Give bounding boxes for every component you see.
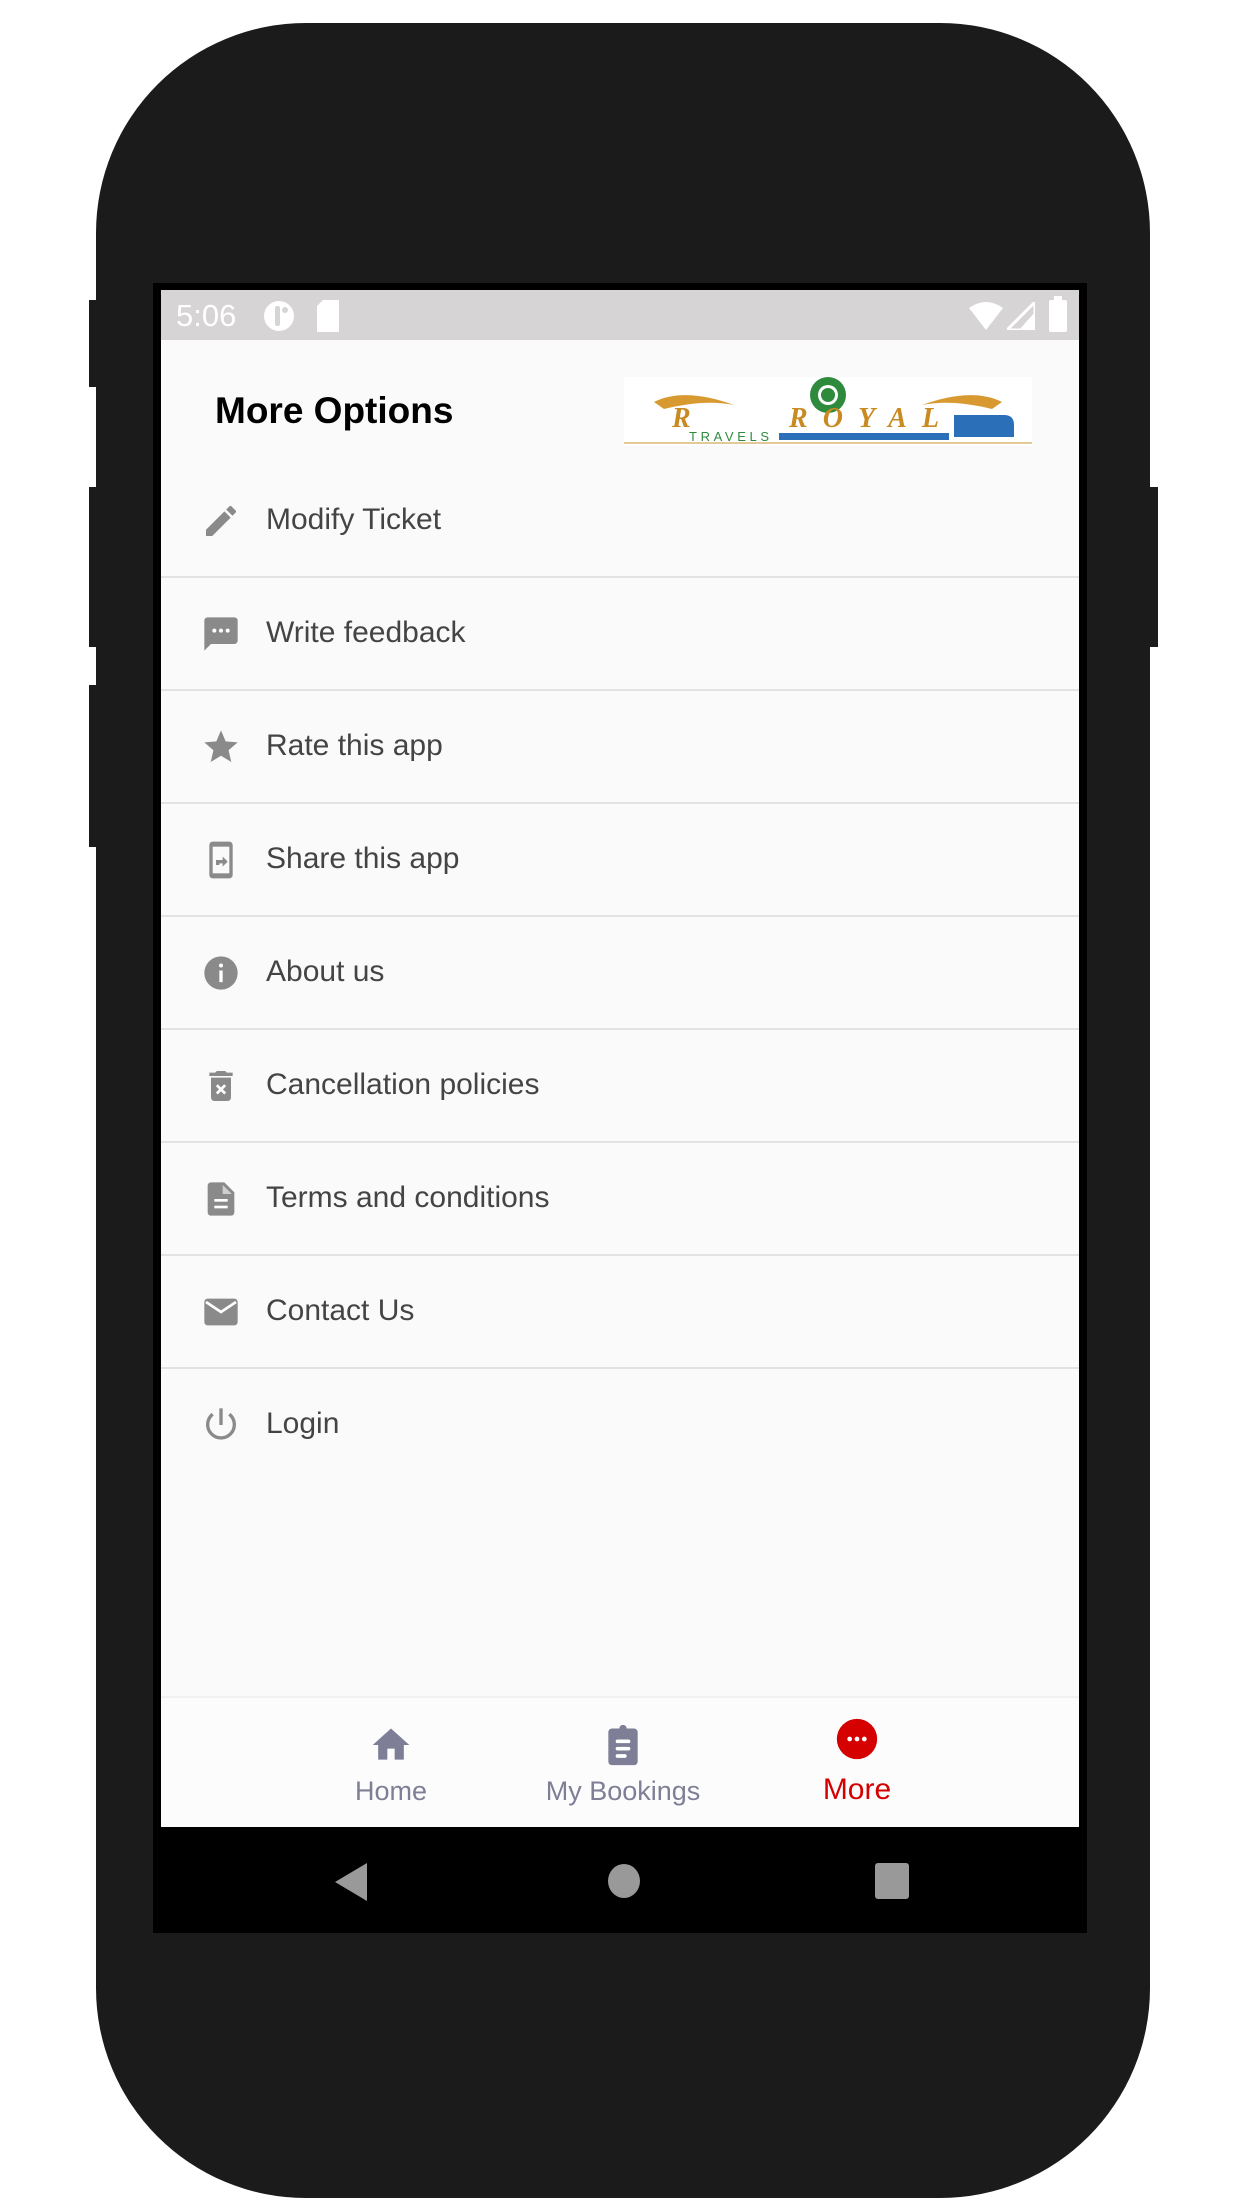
menu-item-about-us[interactable]: About us — [161, 917, 1079, 1030]
menu-item-cancellation-policies[interactable]: Cancellation policies — [161, 1030, 1079, 1143]
tab-my-bookings[interactable]: My Bookings — [513, 1698, 733, 1827]
feedback-icon — [204, 617, 238, 651]
status-time: 5:06 — [176, 298, 237, 333]
menu-item-modify-ticket[interactable]: Modify Ticket — [161, 465, 1079, 578]
menu-item-rate-app[interactable]: Rate this app — [161, 691, 1079, 804]
menu-item-label: Cancellation policies — [266, 1068, 540, 1101]
document-icon — [207, 1182, 235, 1216]
side-button — [89, 487, 97, 647]
menu-list: Modify Ticket Write feedback Rate this a… — [161, 465, 1079, 1482]
logo-sub-text: TRAVELS — [689, 429, 769, 444]
clipboard-icon — [608, 1724, 638, 1766]
tab-home[interactable]: Home — [281, 1698, 501, 1827]
side-button — [89, 300, 97, 387]
menu-item-label: About us — [266, 955, 385, 988]
tab-more[interactable]: More — [747, 1698, 967, 1827]
menu-item-label: Terms and conditions — [266, 1181, 550, 1214]
side-button — [89, 685, 97, 847]
sd-card-icon — [317, 300, 339, 332]
power-icon — [206, 1408, 236, 1440]
info-icon — [204, 956, 238, 990]
wifi-icon — [969, 302, 1003, 330]
more-dots-icon — [836, 1718, 878, 1760]
home-icon — [372, 1728, 410, 1760]
share-phone-icon — [209, 841, 233, 879]
tab-label: More — [822, 1773, 892, 1806]
menu-item-terms[interactable]: Terms and conditions — [161, 1143, 1079, 1256]
bottom-navigation: Home My Bookings More — [161, 1696, 1079, 1827]
menu-item-label: Write feedback — [266, 616, 466, 649]
notification-icon — [264, 301, 294, 331]
menu-item-write-feedback[interactable]: Write feedback — [161, 578, 1079, 691]
svg-text:R: R — [671, 403, 691, 434]
back-icon[interactable] — [335, 1863, 369, 1901]
header: More Options ROYAL R TRAVELS — [161, 340, 1079, 465]
system-navigation-bar — [153, 1827, 1087, 1933]
recents-icon[interactable] — [875, 1863, 909, 1899]
signal-icon — [1007, 302, 1035, 330]
menu-item-label: Contact Us — [266, 1294, 415, 1327]
tab-label: My Bookings — [545, 1776, 701, 1806]
menu-item-label: Share this app — [266, 842, 460, 875]
pencil-icon — [206, 505, 236, 536]
page-title: More Options — [215, 390, 454, 431]
tab-label: Home — [354, 1776, 428, 1806]
menu-item-contact-us[interactable]: Contact Us — [161, 1256, 1079, 1369]
mail-icon — [204, 1298, 238, 1326]
delete-x-icon — [209, 1071, 233, 1101]
star-icon — [204, 730, 238, 762]
side-button — [1149, 487, 1158, 647]
logo-main-text: ROYAL — [788, 403, 939, 434]
menu-item-login[interactable]: Login — [161, 1369, 1079, 1482]
menu-item-share-app[interactable]: Share this app — [161, 804, 1079, 917]
menu-item-label: Rate this app — [266, 729, 443, 762]
menu-item-label: Modify Ticket — [266, 503, 442, 536]
status-bar: 5:06 — [161, 290, 1079, 340]
royal-travels-logo: ROYAL R TRAVELS — [624, 377, 1032, 446]
home-circle-icon[interactable] — [607, 1863, 641, 1899]
menu-item-label: Login — [266, 1407, 340, 1440]
battery-icon — [1049, 296, 1067, 332]
screen: 5:06 More Options ROYAL R TRAVELS Modify… — [161, 290, 1079, 1827]
